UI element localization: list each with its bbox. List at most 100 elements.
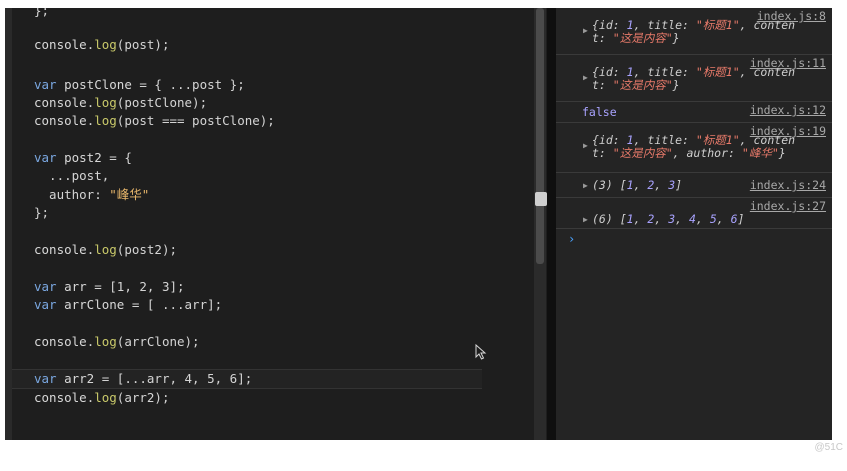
- console-token: , title:: [633, 18, 696, 32]
- watermark: @51C: [814, 442, 844, 453]
- console-token: , conten: [739, 133, 796, 147]
- console-entry: index.js:27 ▶ (6) [1, 2, 3, 4, 5, 6]: [556, 198, 832, 229]
- console-token: , conten: [739, 18, 796, 32]
- code-line: console.log(arr2);: [34, 389, 169, 407]
- console-token: t:: [592, 146, 613, 160]
- code-line: var arr2 = [...arr, 4, 5, 6];: [34, 370, 252, 388]
- code-token: console: [34, 242, 87, 257]
- code-token: arr2: [64, 371, 95, 386]
- console-token: ,: [716, 212, 731, 226]
- code-token: log: [94, 390, 117, 405]
- code-token: (arr2);: [116, 390, 170, 405]
- code-line: console.log(postClone);: [34, 94, 207, 112]
- expand-triangle-icon[interactable]: ▶: [583, 141, 588, 150]
- console-token: 1: [626, 212, 634, 226]
- console-token: }: [778, 146, 786, 160]
- console-token: , title:: [633, 65, 696, 79]
- source-link[interactable]: index.js:24: [750, 178, 826, 192]
- console-token: ,: [695, 212, 710, 226]
- editor-scrollbar[interactable]: [534, 8, 546, 440]
- code-token: (arrClone);: [116, 334, 200, 349]
- code-editor[interactable]: }; console.log(post); var postClone = { ..…: [5, 8, 530, 440]
- code-line: var postClone = { ...post };: [34, 76, 245, 94]
- expand-triangle-icon[interactable]: ▶: [583, 26, 588, 35]
- code-token: console: [34, 113, 87, 128]
- console-token: ,: [633, 212, 648, 226]
- code-token: log: [94, 113, 117, 128]
- console-token: 1: [626, 18, 634, 32]
- console-token: }: [672, 78, 680, 92]
- source-link[interactable]: index.js:12: [750, 103, 826, 117]
- console-token: "标题1": [695, 18, 740, 32]
- console-object-line: (3) [1, 2, 3]: [592, 179, 682, 192]
- console-token: t:: [592, 31, 613, 45]
- console-token: (3) [: [592, 178, 627, 192]
- console-object[interactable]: {id: 1, title: "标题1", conten t: "这是内容"}: [592, 19, 795, 45]
- code-token: = {: [101, 150, 132, 165]
- console-token: {id:: [592, 65, 627, 79]
- console-entry: index.js:12 false: [556, 102, 832, 123]
- console-prompt[interactable]: ›: [568, 232, 575, 246]
- code-line: console.log(post === postClone);: [34, 112, 275, 130]
- code-token: author:: [34, 187, 110, 202]
- code-token: console: [34, 334, 87, 349]
- editor-scroll-thumb[interactable]: [536, 8, 544, 264]
- console-token: "标题1": [695, 65, 740, 79]
- console-token: ,: [654, 212, 669, 226]
- code-line: console.log(post2);: [34, 241, 177, 259]
- console-token: 1: [626, 65, 634, 79]
- splitter-handle[interactable]: [535, 192, 547, 206]
- console-token: , author:: [672, 146, 742, 160]
- console-token: ]: [737, 212, 745, 226]
- code-token: log: [94, 334, 117, 349]
- console-token: "标题1": [695, 133, 740, 147]
- code-token: };: [34, 205, 50, 220]
- expand-triangle-icon[interactable]: ▶: [583, 181, 588, 190]
- console-token: 1: [626, 133, 634, 147]
- code-token: = [ ...arr];: [124, 297, 223, 312]
- console-object-line: t: "这是内容", author: "峰华"}: [592, 147, 795, 160]
- console-object[interactable]: (6) [1, 2, 3, 4, 5, 6]: [592, 213, 744, 226]
- console-entry: index.js:11 ▶ {id: 1, title: "标题1", conten…: [556, 55, 832, 102]
- code-token: = [...arr, 4, 5, 6];: [94, 371, 253, 386]
- code-token: arr: [64, 279, 87, 294]
- code-line: var arrClone = [ ...arr];: [34, 296, 222, 314]
- console-object[interactable]: {id: 1, title: "标题1", conten t: "这是内容", a…: [592, 134, 795, 160]
- console-token: ,: [633, 178, 648, 192]
- console-object[interactable]: {id: 1, title: "标题1", conten t: "这是内容"}: [592, 66, 795, 92]
- console-panel: index.js:8 ▶ {id: 1, title: "标题1", conten t…: [556, 8, 832, 440]
- console-object[interactable]: (3) [1, 2, 3]: [592, 179, 682, 192]
- expand-triangle-icon[interactable]: ▶: [583, 73, 588, 82]
- code-token: var: [34, 77, 65, 92]
- console-object-line: (6) [1, 2, 3, 4, 5, 6]: [592, 213, 744, 226]
- code-line: };: [34, 204, 49, 222]
- code-line: console.log(post);: [34, 36, 169, 54]
- code-token: postClone: [64, 77, 132, 92]
- console-token: {id:: [592, 133, 627, 147]
- code-token: = { ...post };: [131, 77, 245, 92]
- code-token: arrClone: [64, 297, 125, 312]
- code-token: (post);: [116, 37, 170, 52]
- code-line: author: "峰华": [34, 186, 149, 204]
- console-object-line: t: "这是内容"}: [592, 79, 795, 92]
- console-token: "这是内容": [612, 146, 673, 160]
- code-token: = [1, 2, 3];: [86, 279, 185, 294]
- code-token: (post === postClone);: [116, 113, 275, 128]
- console-token: "峰华": [741, 146, 779, 160]
- console-token: 1: [626, 178, 634, 192]
- panel-splitter[interactable]: [547, 8, 556, 440]
- console-token: }: [672, 31, 680, 45]
- app-window: }; console.log(post); var postClone = { ..…: [5, 8, 832, 440]
- code-token: log: [94, 37, 117, 52]
- code-token: console: [34, 37, 87, 52]
- console-token: , title:: [633, 133, 696, 147]
- code-token: (post2);: [116, 242, 178, 257]
- code-line: console.log(arrClone);: [34, 333, 200, 351]
- code-token: var: [34, 150, 65, 165]
- expand-triangle-icon[interactable]: ▶: [583, 215, 588, 224]
- code-line: ...post,: [34, 167, 109, 185]
- code-token: console: [34, 390, 87, 405]
- source-link[interactable]: index.js:27: [750, 199, 826, 213]
- code-token: ...post,: [34, 168, 110, 183]
- code-token: log: [94, 242, 117, 257]
